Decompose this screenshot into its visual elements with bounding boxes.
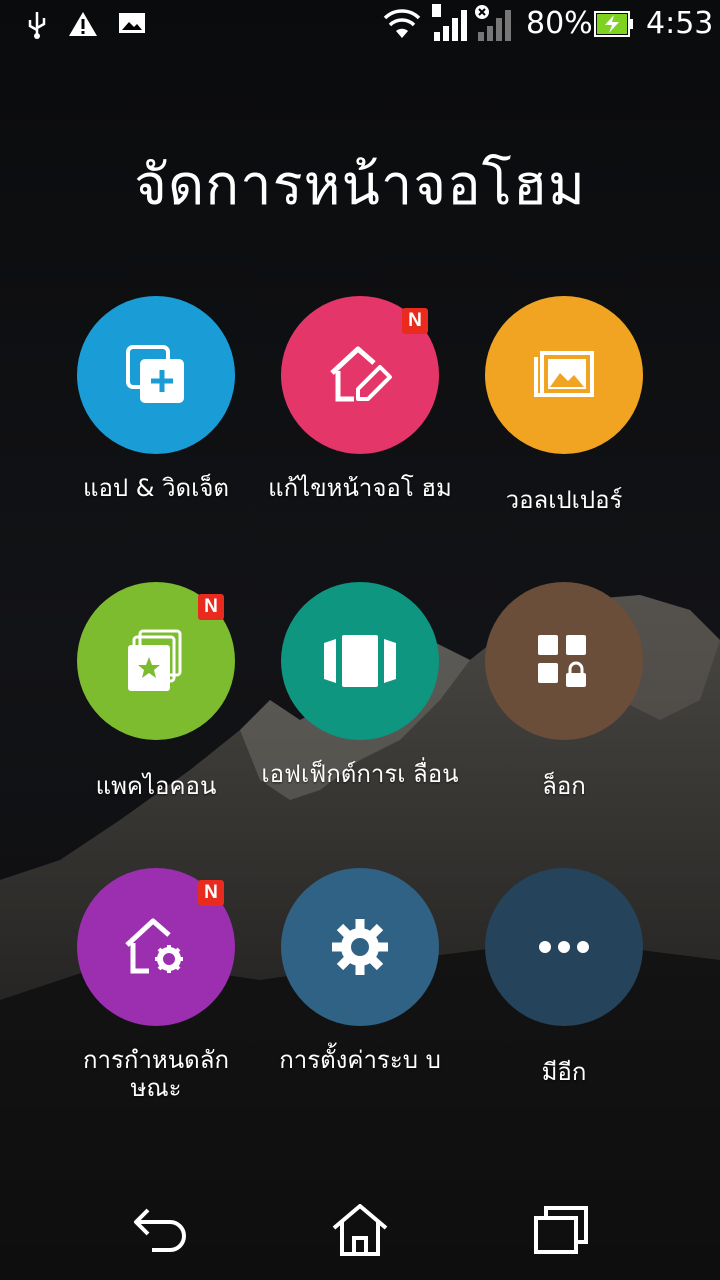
usb-icon	[28, 12, 46, 39]
tile-circle	[485, 582, 643, 740]
status-bar: 80% 4:53	[0, 0, 720, 52]
tile-circle	[77, 296, 235, 454]
tile-apps-widgets[interactable]: แอป & วิดเจ็ต	[54, 296, 258, 556]
home-icon[interactable]	[330, 1204, 390, 1258]
battery-percent: 80%	[526, 6, 593, 41]
scroll-effect-icon	[324, 635, 396, 687]
tile-label: แพคไอคอน	[95, 772, 217, 800]
new-badge: N	[198, 594, 224, 620]
tile-icon-pack[interactable]: N แพคไอคอน	[54, 582, 258, 842]
clock: 4:53	[646, 6, 714, 41]
new-badge: N	[198, 880, 224, 906]
tile-label: การกำหนดลัก ษณะ	[83, 1046, 229, 1102]
tile-label: การตั้งค่าระบ บ	[279, 1046, 441, 1074]
tile-label: แก้ไขหน้าจอโ ฮม	[268, 474, 452, 502]
page-title: จัดการหน้าจอโฮม	[134, 153, 586, 218]
tile-customize[interactable]: N การกำหนดลัก ษณะ	[54, 868, 258, 1128]
battery-charging-icon	[594, 11, 633, 37]
tile-circle	[281, 868, 439, 1026]
gear-icon	[332, 919, 388, 975]
new-badge: N	[402, 308, 428, 334]
edit-home-icon	[330, 346, 392, 402]
tile-circle	[485, 296, 643, 454]
wallpaper-icon	[534, 351, 594, 397]
wifi-icon	[383, 9, 421, 38]
more-icon	[539, 941, 589, 953]
signal-sim2-no-service-icon	[475, 5, 511, 41]
tile-system-settings[interactable]: การตั้งค่าระบ บ	[258, 868, 462, 1128]
tile-label: แอป & วิดเจ็ต	[82, 474, 229, 502]
tile-label: เอฟเฟ็กต์การเ ลื่อน	[261, 760, 459, 788]
navigation-bar	[0, 1176, 720, 1280]
tile-label: มีอีก	[541, 1058, 587, 1086]
signal-sim1-icon	[432, 4, 467, 41]
tile-more[interactable]: มีอีก	[462, 868, 666, 1128]
warning-icon	[69, 12, 97, 36]
tile-label: ล็อก	[542, 772, 586, 800]
tile-circle	[281, 582, 439, 740]
tile-label: วอลเปเปอร์	[505, 486, 623, 514]
tile-wallpaper[interactable]: วอลเปเปอร์	[462, 296, 666, 556]
tile-circle	[485, 868, 643, 1026]
back-icon[interactable]	[130, 1204, 190, 1258]
home-settings-icon	[125, 918, 183, 974]
tile-scroll-effect[interactable]: เอฟเฟ็กต์การเ ลื่อน	[258, 582, 462, 842]
tile-lock[interactable]: ล็อก	[462, 582, 666, 842]
recents-icon[interactable]	[530, 1204, 590, 1258]
image-icon	[119, 13, 145, 33]
apps-widgets-icon	[126, 345, 184, 403]
tile-edit-home[interactable]: N แก้ไขหน้าจอโ ฮม	[258, 296, 462, 556]
icon-pack-icon	[128, 629, 182, 691]
lock-apps-icon	[538, 635, 586, 687]
